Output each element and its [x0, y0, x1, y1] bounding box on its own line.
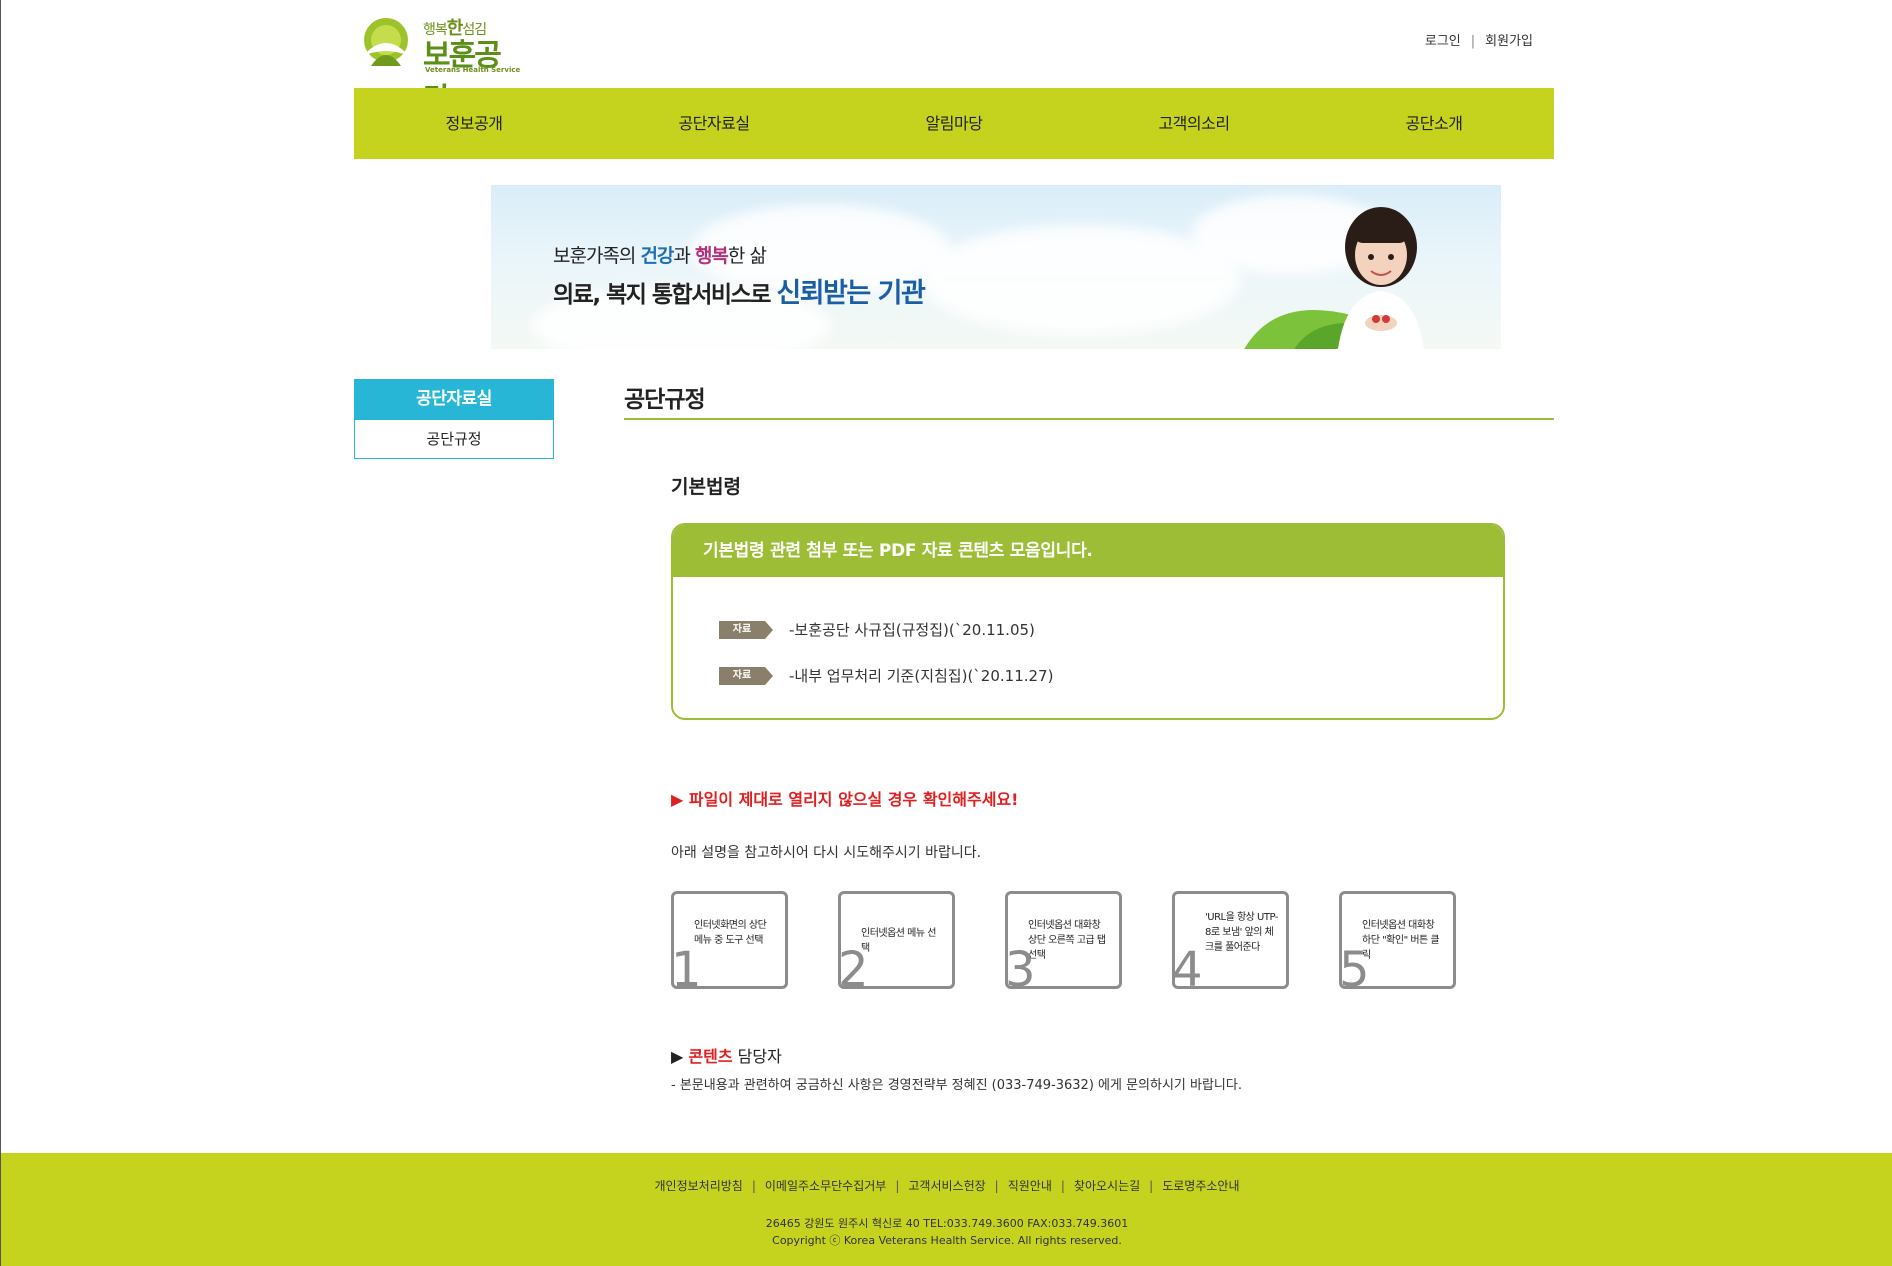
- footer-address: 26465 강원도 원주시 혁신로 40 TEL:033.749.3600 FA…: [1, 1215, 1892, 1249]
- utility-links: 로그인 | 회원가입: [1425, 30, 1533, 49]
- step-text: 인터넷옵션 메뉴 선택: [861, 928, 936, 954]
- side-menu-item-regulations[interactable]: 공단규정: [354, 420, 554, 459]
- footer-link-staff[interactable]: 직원안내: [1008, 1179, 1052, 1193]
- page-title: 공단규정: [624, 387, 706, 413]
- step-text: 'URL을 항상 UTP-8로 보냄' 앞의 체크를 풀어준다: [1205, 912, 1278, 953]
- divider: |: [1470, 34, 1476, 49]
- step-card: 'URL을 항상 UTP-8로 보냄' 앞의 체크를 풀어준다 4: [1172, 891, 1289, 989]
- footer-copyright: Copyright ⓒ Korea Veterans Health Servic…: [772, 1234, 1122, 1247]
- contact-heading: ▶ 콘텐츠 담당자: [671, 1047, 782, 1066]
- file-tag: 자료: [719, 666, 773, 685]
- main-navigation: 정보공개 공단자료실 알림마당 고객의소리 공단소개: [354, 88, 1554, 159]
- warning-heading: ▶ 파일이 제대로 열리지 않으실 경우 확인해주세요!: [671, 790, 1019, 809]
- step-card: 인터넷옵션 메뉴 선택 2: [838, 891, 955, 989]
- footer-link-charter[interactable]: 고객서비스헌장: [908, 1179, 985, 1193]
- file-tag: 자료: [719, 620, 773, 639]
- nav-item-about[interactable]: 공단소개: [1314, 88, 1554, 159]
- warning-description: 아래 설명을 참고하시어 다시 시도해주시기 바랍니다.: [671, 845, 982, 861]
- file-link[interactable]: -내부 업무처리 기준(지침집)(`20.11.27): [789, 665, 1053, 686]
- step-number: 2: [838, 942, 869, 989]
- nav-item-notice[interactable]: 알림마당: [834, 88, 1074, 159]
- footer-link-directions[interactable]: 찾아오시는길: [1074, 1179, 1140, 1193]
- document-box: 기본법령 관련 첨부 또는 PDF 자료 콘텐츠 모음입니다. 자료 -보훈공단…: [671, 523, 1505, 720]
- side-menu-title: 공단자료실: [354, 379, 554, 420]
- step-card: 인터넷옵션 대화창 상단 오른쪽 고급 탭 선택 3: [1005, 891, 1122, 989]
- footer-link-privacy[interactable]: 개인정보처리방침: [655, 1179, 743, 1193]
- nav-item-info-disclosure[interactable]: 정보공개: [354, 88, 594, 159]
- file-row[interactable]: 자료 -내부 업무처리 기준(지침집)(`20.11.27): [719, 665, 1053, 686]
- site-footer: 개인정보처리방침 | 이메일주소무단수집거부 | 고객서비스헌장 | 직원안내 | 찾아오시는길…: [1, 1153, 1892, 1266]
- step-text: 인터넷옵션 대화창 상단 오른쪽 고급 탭 선택: [1028, 920, 1106, 961]
- logo-english: Veterans Health Service: [425, 66, 521, 74]
- footer-links: 개인정보처리방침 | 이메일주소무단수집거부 | 고객서비스헌장 | 직원안내 | 찾아오시는길…: [654, 1179, 1240, 1193]
- step-card: 인터넷화면의 상단 메뉴 중 도구 선택 1: [671, 891, 788, 989]
- step-text: 인터넷화면의 상단 메뉴 중 도구 선택: [694, 920, 767, 946]
- footer-contact-info: 26465 강원도 원주시 혁신로 40 TEL:033.749.3600 FA…: [765, 1217, 1129, 1230]
- login-link[interactable]: 로그인: [1425, 34, 1461, 49]
- site-logo[interactable]: 행복한섬김 보훈공단 Veterans Health Service: [357, 14, 521, 117]
- hero-banner: 보훈가족의 건강과 행복한 삶 의료, 복지 통합서비스로 신뢰받는 기관: [491, 185, 1501, 349]
- triangle-right-icon: ▶: [671, 790, 684, 809]
- child-illustration-icon: [1338, 207, 1424, 349]
- step-number: 1: [671, 942, 702, 989]
- contact-description: - 본문내용과 관련하여 궁금하신 사항은 경영전략부 정혜진 (033-749…: [671, 1078, 1242, 1093]
- banner-tagline: 보훈가족의 건강과 행복한 삶: [553, 245, 767, 267]
- logo-mark-icon: [363, 18, 409, 66]
- step-number: 3: [1005, 942, 1036, 989]
- triangle-right-icon: ▶: [671, 1047, 684, 1066]
- footer-link-road-address[interactable]: 도로명주소안내: [1162, 1179, 1239, 1193]
- nav-item-archive[interactable]: 공단자료실: [594, 88, 834, 159]
- step-card: 인터넷옵션 대화창 하단 "확인" 버튼 클릭 5: [1339, 891, 1456, 989]
- step-number: 4: [1172, 942, 1203, 989]
- signup-link[interactable]: 회원가입: [1485, 34, 1533, 49]
- step-number: 5: [1339, 942, 1370, 989]
- step-text: 인터넷옵션 대화창 하단 "확인" 버튼 클릭: [1362, 920, 1440, 961]
- section-title: 기본법령: [671, 476, 741, 498]
- file-link[interactable]: -보훈공단 사규집(규정집)(`20.11.05): [789, 619, 1035, 640]
- footer-link-email-refusal[interactable]: 이메일주소무단수집거부: [765, 1179, 886, 1193]
- file-row[interactable]: 자료 -보훈공단 사규집(규정집)(`20.11.05): [719, 619, 1035, 640]
- banner-headline: 의료, 복지 통합서비스로 신뢰받는 기관: [553, 278, 926, 309]
- document-box-header: 기본법령 관련 첨부 또는 PDF 자료 콘텐츠 모음입니다.: [673, 525, 1503, 577]
- title-divider: [624, 418, 1554, 420]
- nav-item-customer-voice[interactable]: 고객의소리: [1074, 88, 1314, 159]
